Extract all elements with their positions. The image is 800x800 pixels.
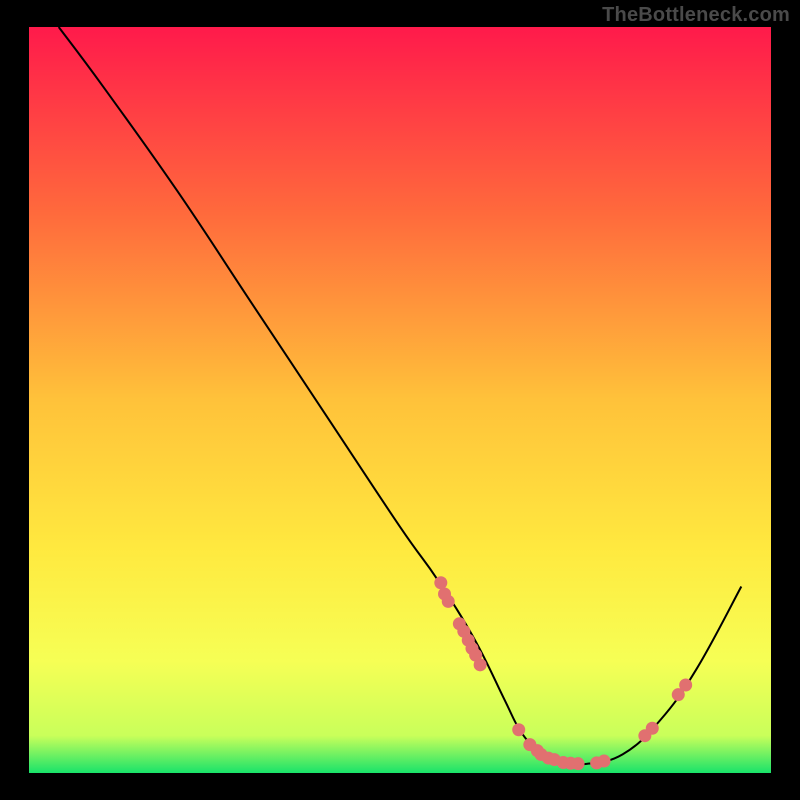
highlight-dot: [434, 576, 447, 589]
highlight-dot: [512, 723, 525, 736]
highlight-dot: [572, 757, 585, 770]
highlight-dot: [679, 678, 692, 691]
highlight-dot: [442, 595, 455, 608]
highlight-dot: [646, 722, 659, 735]
highlight-dot: [474, 658, 487, 671]
chart-stage: TheBottleneck.com: [0, 0, 800, 800]
bottleneck-chart: [0, 0, 800, 800]
highlight-dot: [598, 755, 611, 768]
watermark-text: TheBottleneck.com: [602, 4, 790, 27]
